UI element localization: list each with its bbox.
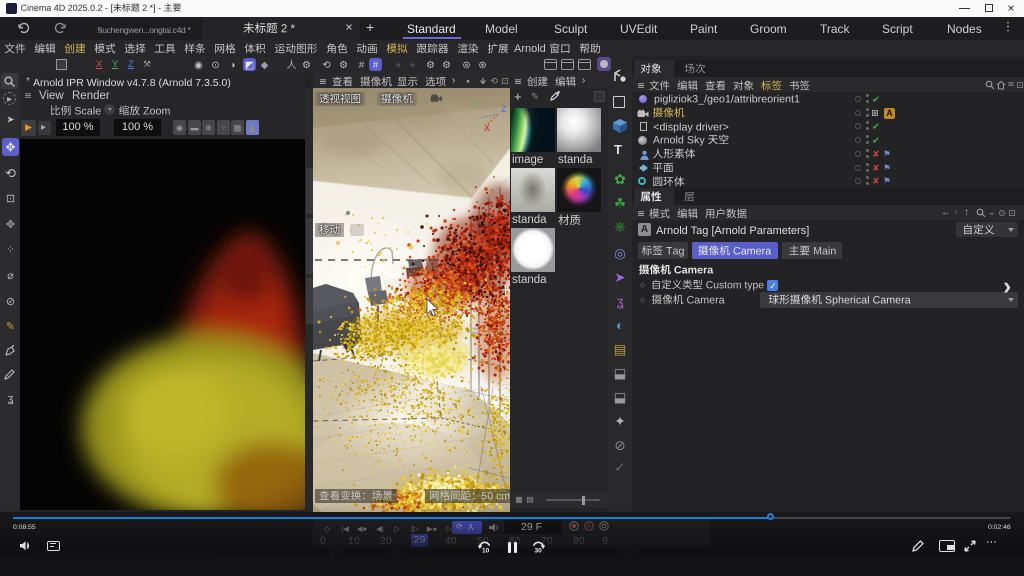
- svg-text:Y: Y: [472, 102, 477, 109]
- svg-text:Z: Z: [501, 104, 507, 114]
- svg-text:10: 10: [482, 548, 490, 555]
- svg-text:X: X: [484, 123, 490, 133]
- svg-text:30: 30: [535, 548, 543, 555]
